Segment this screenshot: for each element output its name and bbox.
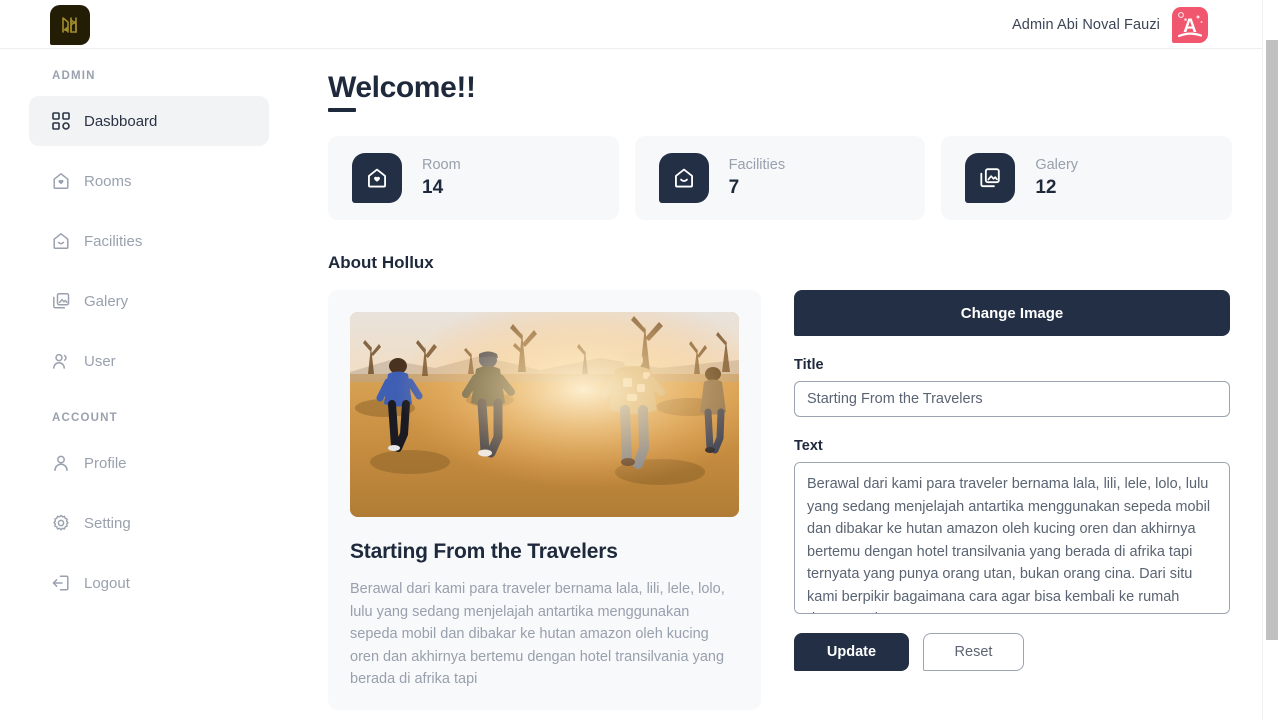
stat-label: Facilities xyxy=(728,157,786,174)
home-heart-icon xyxy=(53,173,69,190)
grid-icon xyxy=(52,112,70,130)
hollux-logo-icon xyxy=(62,17,77,33)
sidebar-item-label: Setting xyxy=(84,514,131,532)
text-field-label: Text xyxy=(794,438,823,454)
sidebar-item-label: Dasbboard xyxy=(84,112,158,130)
title-input[interactable] xyxy=(794,381,1230,417)
about-preview-heading: Starting From the Travelers xyxy=(350,540,618,563)
sidebar-section-admin-label: ADMIN xyxy=(52,70,96,82)
sidebar-item-profile[interactable]: Profile xyxy=(29,438,269,488)
avatar[interactable]: A xyxy=(1172,6,1208,43)
stat-text: Room 14 xyxy=(422,156,461,199)
title-field-label: Title xyxy=(794,357,824,373)
stat-card-room[interactable]: Room 14 xyxy=(328,136,619,220)
stat-label: Room xyxy=(422,157,461,174)
home-smile-icon xyxy=(53,233,69,250)
sidebar-item-label: Facilities xyxy=(84,232,143,250)
text-textarea[interactable]: Berawal dari kami para traveler bernama … xyxy=(794,462,1230,614)
avatar-letter-icon: A xyxy=(1177,11,1203,37)
about-photo xyxy=(350,312,739,517)
about-preview-card: Starting From the Travelers Berawal dari… xyxy=(328,290,761,710)
sidebar-section-account-label: ACCOUNT xyxy=(52,412,118,424)
about-edit-form: Change Image Title Text Berawal dari kam… xyxy=(794,290,1230,710)
sidebar-item-label: Profile xyxy=(84,454,127,472)
users-icon xyxy=(53,353,67,369)
stat-text: Facilities 7 xyxy=(729,156,785,199)
admin-name-label: Admin Abi Noval Fauzi xyxy=(1012,16,1160,33)
sidebar-item-logout[interactable]: Logout xyxy=(29,558,269,608)
page-scrollbar[interactable] xyxy=(1262,0,1280,720)
home-smile-icon xyxy=(674,168,693,188)
stat-icon-box xyxy=(352,153,402,203)
sidebar-item-label: User xyxy=(84,352,116,370)
sidebar-item-label: Galery xyxy=(84,292,129,310)
page-title: Welcome!! xyxy=(328,71,476,112)
sidebar-item-facilities[interactable]: Facilities xyxy=(29,216,269,266)
images-icon xyxy=(980,168,1001,188)
app-logo[interactable] xyxy=(50,5,90,45)
gear-icon xyxy=(53,514,69,531)
about-section-heading: About Hollux xyxy=(328,253,434,272)
stat-icon-box xyxy=(658,153,709,203)
travelers-sunset-photo xyxy=(350,312,739,517)
sidebar-item-rooms[interactable]: Rooms xyxy=(29,156,269,206)
stat-label: Galery xyxy=(1035,157,1079,174)
user-icon xyxy=(54,455,68,471)
form-actions: Update Reset xyxy=(794,633,1230,671)
main-content: Welcome!! Room 14 Facilities 7 Galery 12… xyxy=(300,49,1262,720)
top-header-bar: Admin Abi Noval Fauzi A xyxy=(0,0,1262,49)
stat-card-galery[interactable]: Galery 12 xyxy=(941,136,1233,220)
home-heart-icon xyxy=(368,168,386,188)
stat-value: 12 xyxy=(1035,176,1057,198)
page-scrollbar-thumb[interactable] xyxy=(1266,40,1278,640)
stat-icon-box xyxy=(965,153,1016,203)
images-icon xyxy=(53,292,70,309)
admin-dashboard-page: Admin Abi Noval Fauzi A ADMIN Dasbboard … xyxy=(0,0,1280,720)
stats-row: Room 14 Facilities 7 Galery 12 xyxy=(328,136,1233,220)
logout-icon xyxy=(52,575,69,591)
about-content-row: Starting From the Travelers Berawal dari… xyxy=(328,290,1232,710)
update-button[interactable]: Update xyxy=(794,633,909,671)
sidebar-item-label: Rooms xyxy=(84,172,132,190)
sidebar-item-label: Logout xyxy=(84,574,130,592)
header-user-area: Admin Abi Noval Fauzi A xyxy=(1012,0,1208,49)
sidebar-item-setting[interactable]: Setting xyxy=(29,498,269,548)
sidebar: ADMIN Dasbboard Rooms Facilities Galery … xyxy=(0,49,300,720)
sidebar-item-user[interactable]: User xyxy=(29,336,269,386)
reset-button[interactable]: Reset xyxy=(923,633,1024,671)
stat-value: 14 xyxy=(422,176,444,198)
stat-text: Galery 12 xyxy=(1035,156,1078,199)
sidebar-item-dasbboard[interactable]: Dasbboard xyxy=(29,96,269,146)
stat-card-facilities[interactable]: Facilities 7 xyxy=(634,136,926,220)
change-image-button[interactable]: Change Image xyxy=(794,290,1230,336)
sidebar-item-galery[interactable]: Galery xyxy=(29,276,269,326)
about-preview-body: Berawal dari kami para traveler bernama … xyxy=(350,581,725,687)
stat-value: 7 xyxy=(728,176,740,198)
